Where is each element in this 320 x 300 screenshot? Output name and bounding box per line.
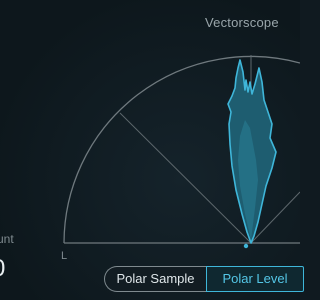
axis-left-label: L — [61, 250, 68, 262]
scope-mode-tabs: Polar Sample Polar Level — [104, 266, 304, 294]
vectorscope-panel: Vectorscope unt 0 L Polar Sample Polar L… — [0, 0, 304, 300]
tab-polar-level[interactable]: Polar Level — [206, 266, 304, 292]
tab-polar-sample[interactable]: Polar Sample — [104, 266, 206, 292]
polar-scope-display — [63, 55, 300, 249]
scope-center-dot — [243, 243, 249, 249]
